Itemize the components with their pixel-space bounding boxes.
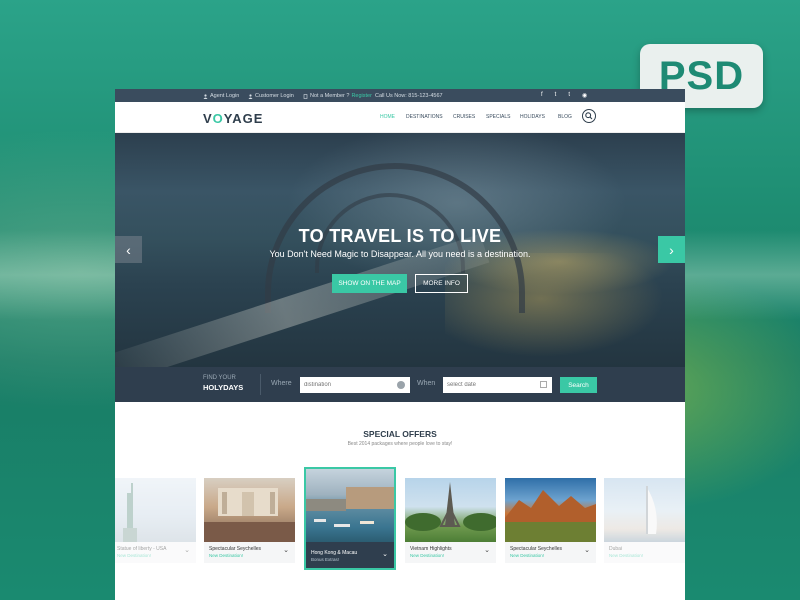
offer-card[interactable]: Dubai New Destination!	[604, 478, 685, 563]
offer-note: New Destination!	[410, 553, 445, 558]
facebook-icon[interactable]: f	[541, 92, 543, 99]
hero-banner: TO TRAVEL IS TO LIVE You Don't Need Magi…	[115, 133, 685, 367]
slider-prev-button[interactable]: ‹	[115, 236, 142, 263]
offer-card-featured[interactable]: Hong Kong & Macau Bonus Extras! ⌄	[304, 467, 396, 570]
burj-al-arab-icon	[646, 486, 657, 534]
when-label: When	[417, 380, 436, 387]
top-bar: Agent Login Customer Login Not a Member …	[115, 89, 685, 102]
harbour-icon	[306, 487, 394, 527]
chevron-down-icon[interactable]: ⌄	[283, 546, 289, 554]
offer-title: Statue of liberty - USA	[117, 546, 167, 552]
offer-note: New Destination!	[609, 553, 644, 558]
magnifier-icon	[585, 112, 593, 120]
user-icon	[203, 93, 208, 99]
logo-o: O	[212, 111, 224, 126]
find-label-line2: HOLYDAYS	[203, 383, 244, 392]
where-label: Where	[271, 380, 292, 387]
calendar-icon[interactable]	[540, 381, 547, 388]
offer-note: Bonus Extras!	[311, 557, 340, 562]
register-prompt: Not a Member ? Register	[303, 93, 372, 99]
offer-image-dubai	[604, 478, 685, 542]
offer-title: Dubai	[609, 546, 623, 552]
tumblr-icon[interactable]: t	[568, 92, 570, 99]
chevron-down-icon[interactable]: ⌄	[184, 546, 190, 554]
offer-title: Spectacular Seychelles	[510, 546, 562, 552]
nav-item-destinations[interactable]: DESTINATIONS	[406, 114, 443, 120]
divider	[260, 374, 261, 395]
dribbble-icon[interactable]: ◉	[582, 92, 587, 99]
logo-prefix: V	[203, 111, 213, 126]
chevron-down-icon[interactable]: ⌄	[484, 546, 490, 554]
offer-title: Hong Kong & Macau	[311, 550, 358, 556]
offer-note: New Destination!	[117, 553, 152, 558]
search-icon[interactable]	[582, 109, 596, 123]
statue-of-liberty-icon	[123, 483, 137, 542]
search-button[interactable]: Search	[560, 377, 597, 393]
offer-card[interactable]: Statue of liberty - USA New Destination!…	[115, 478, 196, 563]
more-info-button[interactable]: MORE INFO	[415, 274, 468, 293]
agent-login-label: Agent Login	[210, 93, 240, 99]
fountain-icon	[204, 488, 295, 542]
website-mockup: Agent Login Customer Login Not a Member …	[115, 89, 685, 600]
offer-card[interactable]: Spectacular Seychelles New Destination! …	[204, 478, 295, 563]
offer-image-eiffel	[405, 478, 496, 542]
hero-subtitle: You Don't Need Magic to Disappear. All y…	[269, 249, 531, 259]
globe-icon	[397, 381, 405, 389]
customer-login-label: Customer Login	[255, 93, 294, 99]
chevron-left-icon: ‹	[126, 241, 131, 258]
offer-image-harbour	[306, 469, 394, 542]
customer-login-link[interactable]: Customer Login	[248, 93, 294, 99]
special-offers-title: SPECIAL OFFERS	[363, 429, 437, 439]
offer-note: New Destination!	[510, 553, 545, 558]
nav-item-specials[interactable]: SPECIALS	[486, 114, 510, 120]
mountain-icon	[505, 490, 596, 542]
offer-title: Vietnam Highlights	[410, 546, 452, 552]
date-input[interactable]	[443, 377, 552, 393]
agent-login-link[interactable]: Agent Login	[203, 93, 239, 99]
find-label-line1: FIND YOUR	[203, 375, 236, 381]
slider-next-button[interactable]: ›	[658, 236, 685, 263]
voyage-logo[interactable]: VOYAGE	[203, 111, 263, 126]
chevron-down-icon[interactable]: ⌄	[584, 546, 590, 554]
register-link[interactable]: Register	[351, 93, 371, 99]
chevron-right-icon: ›	[669, 241, 674, 258]
eiffel-tower-icon	[405, 482, 496, 531]
offer-note: New Destination!	[209, 553, 244, 558]
not-member-label: Not a Member ?	[310, 93, 350, 99]
document-icon	[303, 93, 308, 99]
main-navbar	[115, 102, 685, 133]
chevron-down-icon[interactable]: ⌄	[382, 550, 388, 558]
logo-suffix: YAGE	[223, 111, 264, 126]
nav-item-home[interactable]: HOME	[380, 114, 395, 120]
special-offers-subtitle: Best 2014 packages where people love to …	[347, 441, 453, 447]
offer-title: Spectacular Seychelles	[209, 546, 261, 552]
offer-card[interactable]: Vietnam Highlights New Destination! ⌄	[405, 478, 496, 563]
holiday-search-bar: FIND YOUR HOLYDAYS Where When Search	[115, 367, 685, 402]
nav-item-cruises[interactable]: CRUISES	[453, 114, 475, 120]
social-links: f t t ◉	[541, 92, 587, 99]
offer-card[interactable]: Spectacular Seychelles New Destination! …	[505, 478, 596, 563]
nav-item-blog[interactable]: BLOG	[558, 114, 572, 120]
twitter-icon[interactable]: t	[555, 92, 557, 99]
hero-title: TO TRAVEL IS TO LIVE	[298, 226, 502, 246]
offer-image-canyon	[505, 478, 596, 542]
offer-image-statue	[115, 478, 196, 542]
show-on-map-button[interactable]: SHOW ON THE MAP	[332, 274, 407, 293]
nav-item-holidays[interactable]: HOLIDAYS	[520, 114, 545, 120]
destination-input[interactable]	[300, 377, 410, 393]
offer-image-fountain	[204, 478, 295, 542]
user-icon	[248, 93, 253, 99]
call-us-label: Call Us Now: 815-123-4567	[375, 93, 443, 99]
call-us-text: Call Us Now: 815-123-4567	[375, 93, 443, 99]
